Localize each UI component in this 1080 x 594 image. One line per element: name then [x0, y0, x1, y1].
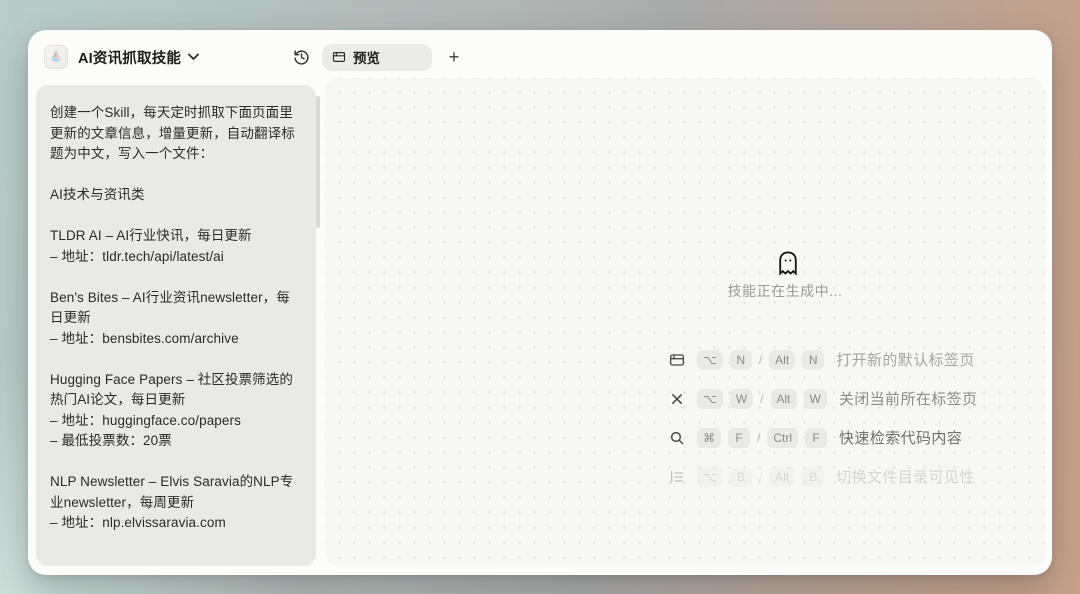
- keycap: Alt: [769, 467, 795, 487]
- close-icon: [668, 392, 686, 406]
- key-separator: /: [759, 470, 762, 484]
- shortcut-label: 切换文件目录可见性: [836, 466, 975, 487]
- keycap: W: [730, 389, 753, 409]
- history-button[interactable]: [289, 45, 313, 69]
- new-tab-button[interactable]: +: [441, 44, 467, 70]
- generating-status: 技能正在生成中...: [728, 281, 843, 301]
- panel-scrollbar-thumb[interactable]: [316, 96, 320, 228]
- history-icon: [293, 49, 310, 66]
- tab-strip: 预览 +: [289, 30, 467, 84]
- ghost-icon: [777, 250, 799, 276]
- shortcut-row-new-tab: ⌥ N / Alt N 打开新的默认标签页: [668, 340, 977, 379]
- shortcut-row-toggle-file-tree: ⌥ B / Alt B 切换文件目录可见性: [668, 457, 977, 496]
- keycap: ⌥: [697, 350, 723, 370]
- keycap: Ctrl: [767, 428, 798, 448]
- shortcut-label: 关闭当前所在标签页: [839, 388, 978, 409]
- app-window: AI资讯抓取技能 预览 + 创建一个Skill，每天定时抓取下面页面里更新的文章: [28, 30, 1052, 575]
- key-separator: /: [760, 392, 763, 406]
- keycap: W: [804, 389, 827, 409]
- keycap: F: [728, 428, 750, 448]
- keycap: Alt: [769, 350, 795, 370]
- key-separator: /: [759, 353, 762, 367]
- keycap: B: [802, 467, 824, 487]
- prompt-paragraph: NLP Newsletter – Elvis Saravia的NLP专业news…: [50, 472, 302, 534]
- prompt-paragraph: Ben's Bites – AI行业资讯newsletter，每日更新 – 地址…: [50, 288, 302, 350]
- keycap: N: [730, 350, 752, 370]
- shortcut-hints: ⌥ N / Alt N 打开新的默认标签页 ⌥ W / Alt W 关闭当前所在…: [668, 340, 977, 496]
- preview-canvas: 技能正在生成中... ⌥ N / Alt N 打开新的默认标签页: [325, 78, 1045, 566]
- shortcut-row-search-code: ⌘ F / Ctrl F 快速检索代码内容: [668, 418, 977, 457]
- shortcut-label: 快速检索代码内容: [839, 427, 962, 448]
- shortcut-label: 打开新的默认标签页: [836, 349, 975, 370]
- keycap: ⌥: [697, 389, 723, 409]
- keycap: ⌘: [697, 428, 721, 448]
- prompt-paragraph: 创建一个Skill，每天定时抓取下面页面里更新的文章信息，增量更新，自动翻译标题…: [50, 103, 302, 165]
- prompt-paragraph: AI技术与资讯类: [50, 185, 302, 206]
- keycap: B: [730, 467, 752, 487]
- keycap: ⌥: [697, 467, 723, 487]
- prompt-paragraph: TLDR AI – AI行业快讯，每日更新 – 地址：tldr.tech/api…: [50, 226, 302, 267]
- tab-preview-label: 预览: [353, 47, 380, 67]
- keycap: N: [802, 350, 824, 370]
- keycap: Alt: [771, 389, 797, 409]
- window-header: AI资讯抓取技能: [28, 30, 1052, 84]
- prompt-paragraph: Hugging Face Papers – 社区投票筛选的热门AI论文，每日更新…: [50, 370, 302, 452]
- prompt-panel[interactable]: 创建一个Skill，每天定时抓取下面页面里更新的文章信息，增量更新，自动翻译标题…: [36, 85, 316, 566]
- search-icon: [668, 430, 686, 446]
- app-window-icon: [332, 50, 346, 64]
- app-window-icon: [668, 352, 686, 368]
- key-separator: /: [757, 431, 760, 445]
- chevron-down-icon[interactable]: [188, 53, 199, 61]
- tab-preview[interactable]: 预览: [322, 44, 432, 71]
- skill-title[interactable]: AI资讯抓取技能: [78, 47, 181, 68]
- panel-left-icon: [668, 469, 686, 485]
- skill-app-icon[interactable]: [44, 45, 68, 69]
- keycap: F: [805, 428, 827, 448]
- shortcut-row-close-tab: ⌥ W / Alt W 关闭当前所在标签页: [668, 379, 977, 418]
- paper-boat-icon: [48, 49, 64, 65]
